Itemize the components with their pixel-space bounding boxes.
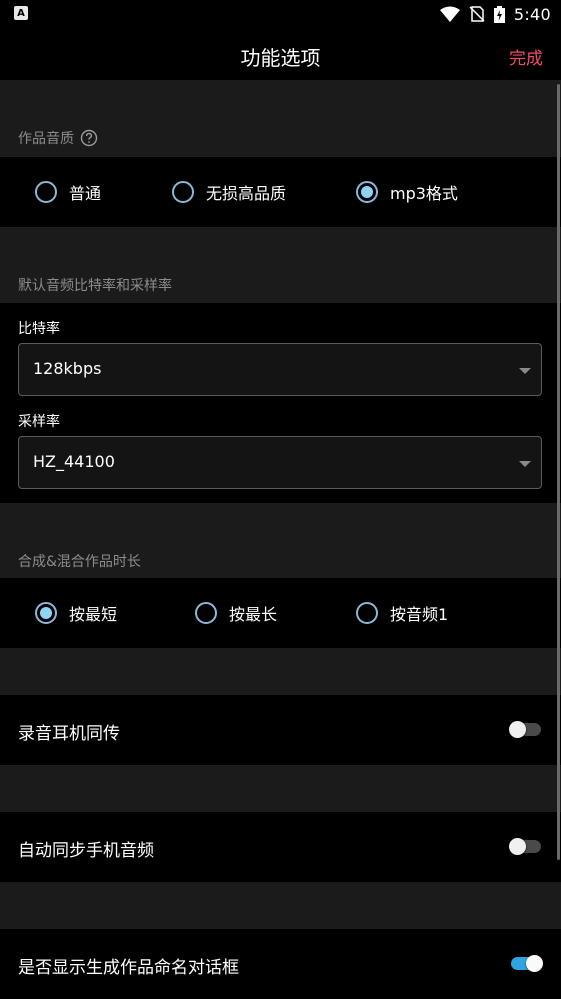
radio-label: 普通 <box>69 184 102 203</box>
headset-monitor-switch[interactable] <box>509 721 541 738</box>
samplerate-label: 采样率 <box>18 414 60 430</box>
done-button[interactable]: 完成 <box>509 44 543 69</box>
toggle-row-headset-monitor[interactable]: 录音耳机同传 <box>0 695 561 765</box>
status-bar: A 5:40 <box>0 0 561 29</box>
settings-screen: A 5:40 功能选项 完成 作品音质 普通 无损高品质 mp3格式 默认音频比… <box>0 0 561 999</box>
samplerate-select[interactable]: HZ_44100 <box>18 436 542 489</box>
duration-section-header: 合成&混合作品时长 <box>0 503 561 578</box>
toggle-label: 是否显示生成作品命名对话框 <box>18 958 239 978</box>
quality-section-header: 作品音质 <box>0 81 561 157</box>
radio-circle-checked[interactable] <box>356 181 378 203</box>
duration-radio-group: 按最短 按最长 按音频1 <box>0 578 561 648</box>
section-spacer <box>0 648 561 695</box>
bitrate-label: 比特率 <box>18 321 60 337</box>
radio-circle[interactable] <box>35 181 57 203</box>
app-header: 功能选项 完成 <box>0 29 561 81</box>
radio-circle[interactable] <box>356 602 378 624</box>
quality-section-label: 作品音质 <box>18 128 98 148</box>
battery-charging-icon <box>493 5 505 23</box>
duration-option-shortest[interactable]: 按最短 <box>35 601 117 625</box>
quality-option-mp3[interactable]: mp3格式 <box>356 180 458 204</box>
radio-label: 无损高品质 <box>206 184 287 203</box>
wifi-icon <box>439 6 460 22</box>
app-notification-icon: A <box>14 6 28 20</box>
toggle-row-naming-dialog[interactable]: 是否显示生成作品命名对话框 <box>0 929 561 999</box>
switch-knob <box>526 955 543 972</box>
section-spacer <box>0 765 561 812</box>
radio-label: mp3格式 <box>390 184 458 203</box>
quality-option-normal[interactable]: 普通 <box>35 180 101 204</box>
duration-option-audio1[interactable]: 按音频1 <box>356 601 448 625</box>
naming-dialog-switch[interactable] <box>511 955 543 972</box>
duration-section-label: 合成&混合作品时长 <box>18 554 141 570</box>
rates-section-header: 默认音频比特率和采样率 <box>0 227 561 303</box>
radio-label: 按最短 <box>69 605 118 624</box>
notification-letter: A <box>17 7 25 19</box>
bitrate-select[interactable]: 128kbps <box>18 343 542 396</box>
toggle-label: 录音耳机同传 <box>18 724 120 744</box>
toggle-row-auto-sync[interactable]: 自动同步手机音频 <box>0 812 561 882</box>
quality-radio-group: 普通 无损高品质 mp3格式 <box>0 157 561 227</box>
duration-option-longest[interactable]: 按最长 <box>195 601 277 625</box>
bitrate-value: 128kbps <box>33 359 102 378</box>
toggle-label: 自动同步手机音频 <box>18 841 154 861</box>
chevron-down-icon <box>519 461 531 467</box>
rates-fields: 比特率 128kbps 采样率 HZ_44100 <box>0 303 561 503</box>
quality-option-lossless[interactable]: 无损高品质 <box>172 180 286 204</box>
page-title: 功能选项 <box>240 46 321 70</box>
auto-sync-switch[interactable] <box>509 838 541 855</box>
switch-knob <box>509 838 526 855</box>
samplerate-value: HZ_44100 <box>33 452 115 471</box>
radio-label: 按音频1 <box>390 605 449 624</box>
no-sim-icon <box>469 6 485 22</box>
radio-circle[interactable] <box>172 181 194 203</box>
radio-circle[interactable] <box>195 602 217 624</box>
status-time: 5:40 <box>513 4 551 24</box>
radio-circle-checked[interactable] <box>35 602 57 624</box>
section-spacer <box>0 882 561 929</box>
status-icons: 5:40 <box>439 4 551 24</box>
help-circle-icon[interactable] <box>80 129 98 147</box>
chevron-down-icon <box>519 368 531 374</box>
scrollbar[interactable] <box>557 84 560 860</box>
radio-label: 按最长 <box>229 605 278 624</box>
quality-section-title: 作品音质 <box>18 131 74 147</box>
switch-knob <box>509 721 526 738</box>
rates-section-label: 默认音频比特率和采样率 <box>18 278 172 294</box>
